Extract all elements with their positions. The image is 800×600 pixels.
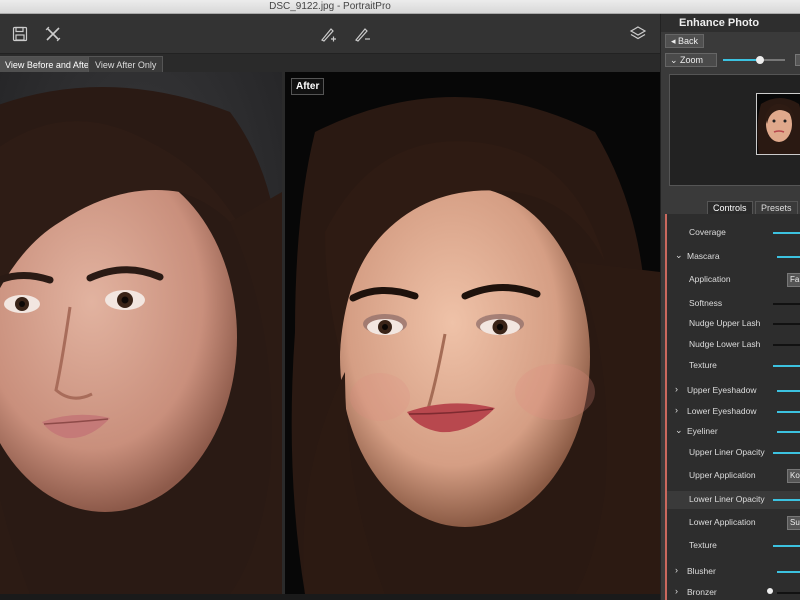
back-arrow-icon: ◂ [671, 36, 679, 46]
save-icon[interactable] [10, 24, 30, 44]
control-mascara[interactable]: ⌄ Mascara [667, 248, 800, 266]
status-bar [0, 594, 660, 600]
control-label: Eyeliner [687, 426, 718, 436]
back-button[interactable]: ◂ Back [665, 34, 705, 48]
tab-view-before-and-after[interactable]: View Before and After [0, 56, 99, 72]
close-icon[interactable] [43, 24, 63, 44]
brush-remove-icon[interactable] [352, 24, 372, 44]
zoom-toggle-button[interactable]: ⌄ Zoom [665, 53, 717, 67]
control-label: Upper Liner Opacity [689, 447, 765, 457]
control-label: Lower Application [689, 517, 756, 527]
control-upper-application[interactable]: Upper Application Ko [667, 467, 800, 485]
control-upper-eyeshadow[interactable]: › Upper Eyeshadow [667, 382, 800, 400]
tab-presets[interactable]: Presets [755, 201, 798, 215]
panel-title: Enhance Photo [661, 14, 800, 32]
control-eyeliner[interactable]: ⌄ Eyeliner [667, 423, 800, 441]
control-dropdown[interactable]: Fa [787, 273, 800, 287]
control-dropdown[interactable]: Ko [787, 469, 800, 483]
control-texture[interactable]: Texture [667, 357, 800, 375]
chevron-down-icon: ⌄ [670, 55, 681, 65]
zoom-label: Zoom [680, 55, 704, 65]
control-label: Nudge Lower Lash [689, 339, 761, 349]
back-label: Back [678, 36, 699, 46]
control-label: Coverage [689, 227, 726, 237]
control-label: Mascara [687, 251, 720, 261]
control-coverage[interactable]: Coverage [667, 224, 800, 242]
control-slider[interactable] [773, 452, 800, 454]
control-label: Application [689, 274, 731, 284]
section-slider[interactable] [777, 571, 800, 573]
chevron-down-icon[interactable]: ⌄ [675, 250, 683, 261]
control-application[interactable]: Application Fa [667, 271, 800, 289]
control-label: Texture [689, 540, 717, 550]
after-label: After [291, 78, 325, 95]
control-slider[interactable] [773, 323, 800, 325]
control-texture[interactable]: Texture [667, 537, 800, 555]
chevron-right-icon[interactable]: › [675, 586, 678, 596]
chevron-right-icon[interactable]: › [675, 565, 678, 575]
before-photo[interactable] [0, 72, 282, 594]
control-slider[interactable] [773, 303, 800, 305]
zoom-slider-knob[interactable] [756, 56, 765, 64]
window-title: DSC_9122.jpg - PortraitPro [269, 1, 391, 12]
control-nudge-lower-lash[interactable]: Nudge Lower Lash [667, 336, 800, 354]
section-slider[interactable] [777, 431, 800, 433]
control-label: Blusher [687, 566, 716, 576]
control-lower-eyeshadow[interactable]: › Lower Eyeshadow [667, 403, 800, 421]
section-slider[interactable] [777, 592, 800, 594]
control-label: Softness [689, 298, 723, 308]
control-slider[interactable] [773, 545, 800, 547]
tab-controls[interactable]: Controls [707, 201, 753, 215]
control-softness[interactable]: Softness [667, 295, 800, 313]
section-slider[interactable] [777, 256, 800, 258]
control-slider[interactable] [773, 499, 800, 501]
control-label: Nudge Upper Lash [689, 318, 761, 328]
tab-view-after-only[interactable]: View After Only [88, 56, 164, 72]
control-label: Lower Eyeshadow [687, 406, 757, 416]
control-label: Upper Application [689, 470, 756, 480]
control-slider[interactable] [773, 232, 800, 234]
enhance-panel: Enhance Photo ◂ Back ⌄ Zoom Controls Pre… [660, 14, 800, 600]
control-blusher[interactable]: › Blusher [667, 563, 800, 581]
zoom-fit-button[interactable] [795, 54, 800, 66]
chevron-right-icon[interactable]: › [675, 384, 678, 394]
section-slider[interactable] [777, 390, 800, 392]
zoom-slider-fill [723, 59, 761, 61]
layers-icon[interactable] [628, 24, 648, 44]
control-nudge-upper-lash[interactable]: Nudge Upper Lash [667, 315, 800, 333]
after-photo[interactable]: After [285, 72, 660, 594]
control-label: Texture [689, 360, 717, 370]
control-dropdown[interactable]: Su [787, 516, 800, 530]
toolbar [0, 14, 660, 54]
control-label: Lower Liner Opacity [689, 494, 765, 504]
control-lower-application[interactable]: Lower Application Su [667, 514, 800, 532]
chevron-right-icon[interactable]: › [675, 405, 678, 415]
control-slider[interactable] [773, 365, 800, 367]
section-slider-knob[interactable] [767, 588, 773, 594]
navigator[interactable] [669, 74, 800, 186]
control-label: Upper Eyeshadow [687, 385, 757, 395]
chevron-down-icon[interactable]: ⌄ [675, 425, 683, 436]
title-bar: DSC_9122.jpg - PortraitPro [0, 0, 800, 14]
brush-add-icon[interactable] [318, 24, 338, 44]
section-slider[interactable] [777, 411, 800, 413]
navigator-thumbnail[interactable] [756, 93, 800, 155]
control-upper-liner-opacity[interactable]: Upper Liner Opacity [667, 444, 800, 462]
control-bronzer[interactable]: › Bronzer [667, 584, 800, 600]
controls-list: Coverage ⌄ Mascara Application Fa Softness Nud… [665, 214, 800, 600]
control-label: Bronzer [687, 587, 717, 597]
control-lower-liner-opacity[interactable]: Lower Liner Opacity [667, 491, 800, 509]
view-tabs: View Before and After View After Only [0, 54, 660, 72]
zoom-row: ⌄ Zoom [661, 52, 800, 68]
control-slider[interactable] [773, 344, 800, 346]
zoom-slider[interactable] [723, 56, 785, 64]
